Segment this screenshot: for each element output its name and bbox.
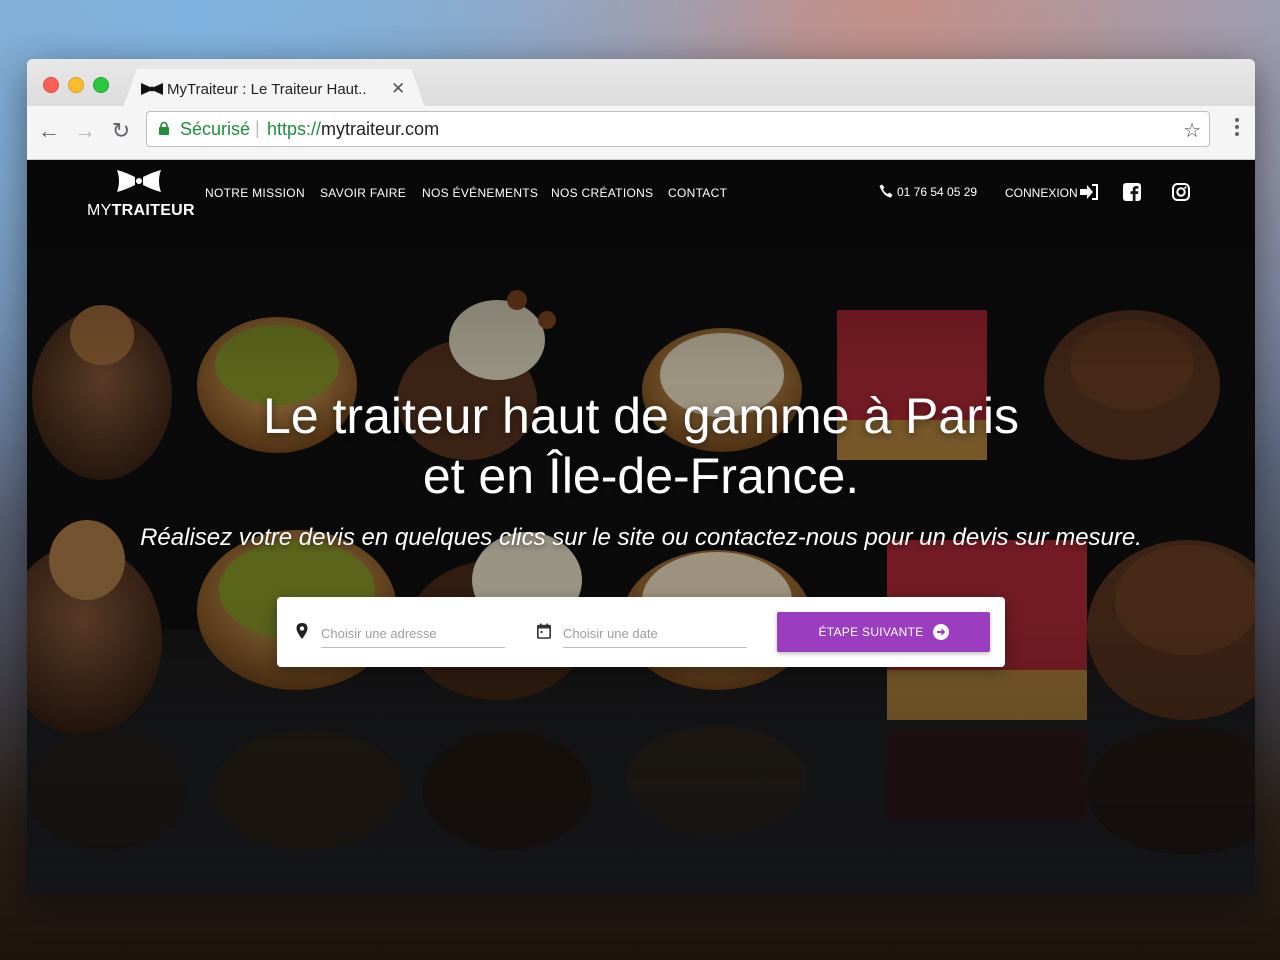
facebook-icon[interactable] xyxy=(1123,183,1141,201)
nav-notre-mission[interactable]: NOTRE MISSION xyxy=(205,186,305,200)
hero-title-line1: Le traiteur haut de gamme à Paris xyxy=(263,388,1019,444)
next-step-label: ÉTAPE SUIVANTE xyxy=(818,625,924,639)
browser-tab[interactable]: MyTraiteur : Le Traiteur Haut.. ✕ xyxy=(123,69,425,107)
location-pin-icon xyxy=(296,623,308,639)
hero-title-line2: et en Île-de-France. xyxy=(422,448,860,504)
tab-close-icon[interactable]: ✕ xyxy=(391,79,405,99)
login-label: CONNEXION xyxy=(1005,186,1078,200)
logo-text: MYTRAITEUR xyxy=(87,202,195,220)
nav-nos-creations[interactable]: NOS CRÉATIONS xyxy=(551,186,653,200)
url-text: https://mytraiteur.com xyxy=(267,119,439,140)
url-host: mytraiteur.com xyxy=(321,119,440,139)
close-window-button[interactable] xyxy=(43,77,59,93)
phone-icon xyxy=(879,184,893,198)
reload-icon[interactable]: ↻ xyxy=(109,120,133,144)
forward-arrow-icon[interactable]: → xyxy=(73,120,97,144)
date-input[interactable] xyxy=(563,619,747,648)
quote-form: ÉTAPE SUIVANTE xyxy=(277,597,1005,667)
login-link[interactable]: CONNEXION xyxy=(1005,184,1098,200)
mytraiteur-logo[interactable]: MYTRAITEUR xyxy=(85,168,195,222)
back-arrow-icon[interactable]: ← xyxy=(37,120,61,144)
url-separator: | xyxy=(255,118,260,138)
tab-title: MyTraiteur : Le Traiteur Haut.. xyxy=(167,81,367,98)
arrow-circle-right-icon xyxy=(932,624,949,640)
login-arrow-icon xyxy=(1079,184,1098,200)
nav-nos-evenements[interactable]: NOS ÉVÉNEMENTS xyxy=(422,186,538,200)
hero-subtitle: Réalisez votre devis en quelques clics s… xyxy=(140,524,1142,551)
instagram-icon[interactable] xyxy=(1172,183,1190,201)
minimize-window-button[interactable] xyxy=(68,77,84,93)
secure-label: Sécurisé xyxy=(180,119,251,139)
logo-name: TRAITEUR xyxy=(111,202,195,219)
tab-bar: MyTraiteur : Le Traiteur Haut.. ✕ xyxy=(27,59,1255,106)
calendar-icon xyxy=(537,623,551,639)
nav-savoir-faire[interactable]: SAVOIR FAIRE xyxy=(320,186,406,200)
logo-prefix: MY xyxy=(87,202,112,219)
maximize-window-button[interactable] xyxy=(93,77,109,93)
browser-toolbar: ← → ↻ Sécurisé | https://mytraiteur.com … xyxy=(27,106,1255,160)
lock-icon xyxy=(159,122,169,135)
hero-title: Le traiteur haut de gamme à Paris et en … xyxy=(27,386,1255,506)
bowtie-favicon-icon xyxy=(141,83,163,95)
browser-menu-icon[interactable] xyxy=(1235,118,1239,139)
website-page: MYTRAITEUR NOTRE MISSION SAVOIR FAIRE NO… xyxy=(27,160,1255,893)
phone-number: 01 76 54 05 29 xyxy=(897,185,978,199)
phone-link[interactable]: 01 76 54 05 29 xyxy=(879,184,977,199)
bowtie-logo-icon xyxy=(117,170,161,192)
address-input[interactable] xyxy=(321,619,505,648)
nav-contact[interactable]: CONTACT xyxy=(668,186,727,200)
next-step-button[interactable]: ÉTAPE SUIVANTE xyxy=(777,612,990,652)
browser-window: MyTraiteur : Le Traiteur Haut.. ✕ ← → ↻ … xyxy=(27,59,1255,893)
address-bar[interactable]: Sécurisé | https://mytraiteur.com ☆ xyxy=(146,111,1210,147)
url-scheme: https:// xyxy=(267,119,322,139)
bookmark-star-icon[interactable]: ☆ xyxy=(1183,118,1201,143)
